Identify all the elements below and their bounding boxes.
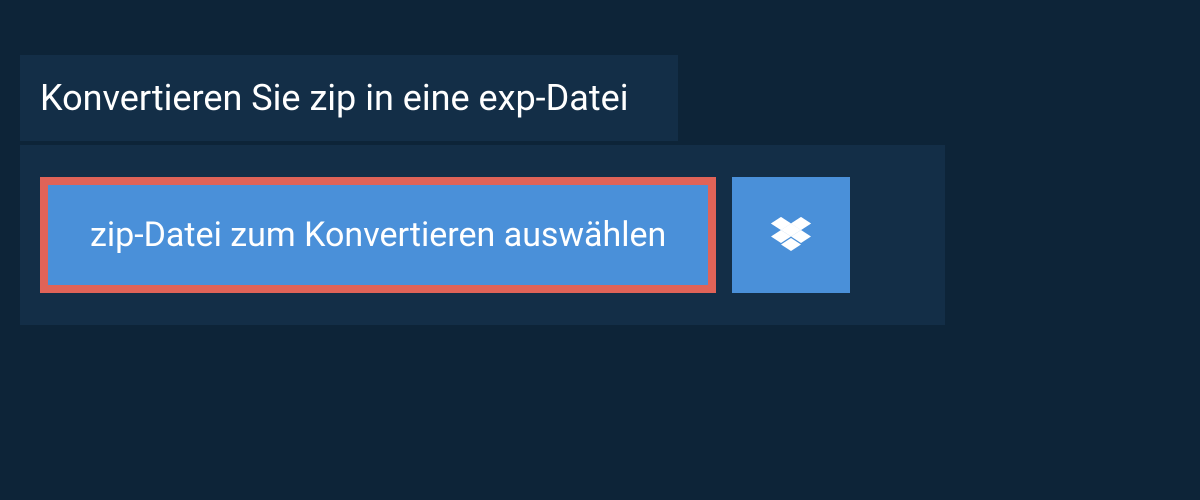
- dropbox-button[interactable]: [732, 177, 850, 293]
- title-bar: Konvertieren Sie zip in eine exp-Datei: [20, 55, 678, 141]
- dropbox-icon: [771, 217, 811, 253]
- page-title: Konvertieren Sie zip in eine exp-Datei: [40, 77, 628, 119]
- select-file-button[interactable]: zip-Datei zum Konvertieren auswählen: [40, 177, 716, 293]
- select-file-label: zip-Datei zum Konvertieren auswählen: [90, 215, 666, 255]
- action-row: zip-Datei zum Konvertieren auswählen: [40, 177, 850, 293]
